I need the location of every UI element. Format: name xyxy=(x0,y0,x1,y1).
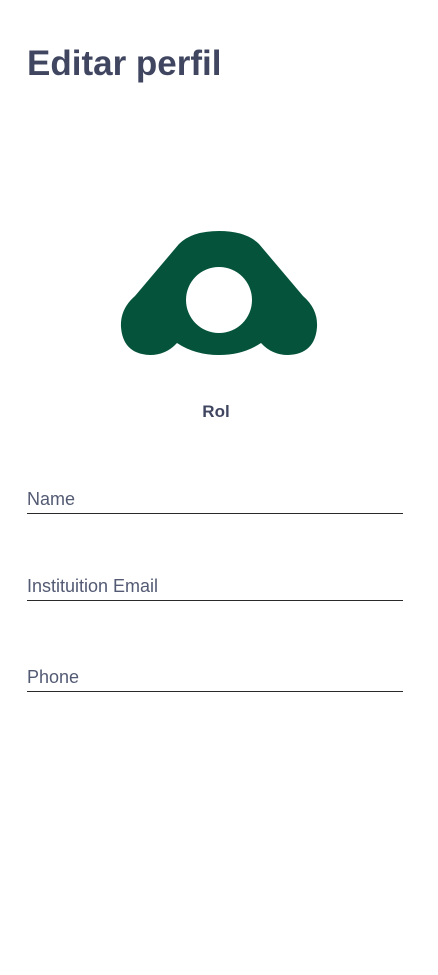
edit-profile-screen: Editar perfil Rol xyxy=(0,0,438,975)
name-field[interactable] xyxy=(27,487,403,514)
role-label: Rol xyxy=(202,402,230,421)
institution-email-field[interactable] xyxy=(27,574,403,601)
institution-email-input[interactable] xyxy=(27,574,403,598)
page-title: Editar perfil xyxy=(27,44,222,83)
name-input[interactable] xyxy=(27,487,403,511)
phone-field[interactable] xyxy=(27,665,403,692)
profile-avatar[interactable] xyxy=(120,230,318,356)
brand-logo-icon xyxy=(120,231,318,355)
phone-input[interactable] xyxy=(27,665,403,689)
